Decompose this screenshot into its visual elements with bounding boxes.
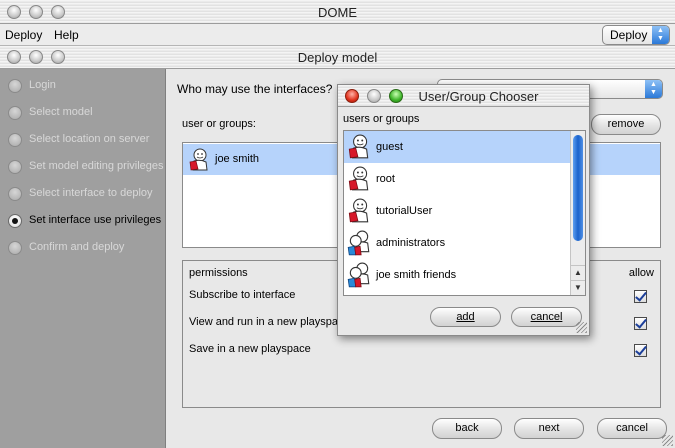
step-radio	[8, 133, 22, 147]
step-label: Login	[29, 79, 56, 91]
back-button[interactable]: back	[432, 418, 502, 439]
deploy-window-title: Deploy model	[297, 50, 378, 65]
item-name: tutorialUser	[376, 205, 433, 217]
select-arrows-icon: ▲ ▼	[645, 80, 662, 98]
scroll-up-icon[interactable]: ▲	[571, 265, 585, 278]
user-icon	[187, 148, 211, 175]
user-icon	[346, 166, 372, 195]
step-radio-selected	[8, 214, 22, 228]
deploy-titlebar: Deploy model	[0, 46, 675, 69]
permission-checkbox[interactable]	[634, 317, 647, 330]
step-radio	[8, 160, 22, 174]
mode-select[interactable]: Deploy ▲ ▼	[602, 25, 670, 45]
close-window-icon[interactable]	[345, 89, 359, 103]
item-name: joe smith friends	[376, 269, 457, 281]
mode-select-value: Deploy	[610, 28, 648, 42]
menu-help[interactable]: Help	[54, 28, 79, 42]
remove-button[interactable]: remove	[591, 114, 661, 135]
permission-label: Subscribe to interface	[189, 289, 296, 301]
chooser-titlebar: User/Group Chooser	[338, 85, 589, 107]
scroll-thumb[interactable]	[573, 135, 583, 241]
group-icon	[346, 262, 372, 291]
app-titlebar: DOME	[0, 0, 675, 24]
user-name: joe smith	[215, 153, 260, 165]
select-arrows-icon: ▲ ▼	[652, 26, 669, 44]
app-title: DOME	[318, 5, 357, 20]
permission-label: Save in a new playspace	[189, 343, 311, 355]
list-item[interactable]: administrators	[344, 227, 570, 259]
permissions-header: permissions	[189, 267, 248, 279]
add-button-label: add	[456, 311, 475, 323]
step-radio	[8, 241, 22, 255]
group-icon	[346, 230, 372, 259]
permission-checkbox[interactable]	[634, 290, 647, 303]
permission-label: View and run in a new playspace	[189, 316, 350, 328]
step-radio	[8, 106, 22, 120]
user-group-chooser-dialog: User/Group Chooser users or groups guest	[337, 84, 590, 336]
step-label: Select model	[29, 106, 93, 118]
step-radio	[8, 79, 22, 93]
list-item[interactable]: joe smith friends	[344, 259, 570, 291]
cancel-button[interactable]: cancel	[597, 418, 667, 439]
step-label: Set model editing privileges	[29, 160, 164, 172]
list-item[interactable]: root	[344, 163, 570, 195]
chooser-scrollbar[interactable]: ▲ ▼	[570, 131, 585, 295]
chooser-list[interactable]: guest root tutorialUser administrators j…	[343, 130, 586, 296]
permission-checkbox[interactable]	[634, 344, 647, 357]
step-label: Select location on server	[29, 133, 150, 145]
step-label: Select interface to deploy	[29, 187, 153, 199]
item-name: root	[376, 173, 395, 185]
list-item[interactable]: tutorialUser	[344, 195, 570, 227]
step-label: Set interface use privileges	[29, 214, 162, 226]
menubar: Deploy Help Deploy ▲ ▼	[0, 24, 675, 46]
list-item[interactable]: guest	[344, 131, 570, 163]
step-label: Confirm and deploy	[29, 241, 125, 253]
user-icon	[346, 198, 372, 227]
question-label: Who may use the interfaces?	[177, 82, 333, 96]
item-name: guest	[376, 141, 403, 153]
chooser-cancel-button[interactable]: cancel	[511, 307, 582, 327]
resize-grip-icon[interactable]	[662, 435, 673, 446]
scroll-down-icon[interactable]: ▼	[571, 280, 585, 293]
steps-sidebar: Login Select model Select location on se…	[0, 69, 166, 448]
allow-header: allow	[628, 267, 654, 279]
users-label: user or groups:	[182, 118, 256, 130]
chooser-list-label: users or groups	[343, 113, 420, 125]
item-name: administrators	[376, 237, 446, 249]
chooser-title: User/Group Chooser	[418, 89, 539, 104]
resize-grip-icon[interactable]	[576, 322, 587, 333]
next-button[interactable]: next	[514, 418, 584, 439]
user-icon	[346, 134, 372, 163]
add-button[interactable]: add	[430, 307, 501, 327]
step-radio	[8, 187, 22, 201]
cancel-button-label: cancel	[530, 311, 563, 323]
menu-deploy[interactable]: Deploy	[5, 28, 42, 42]
